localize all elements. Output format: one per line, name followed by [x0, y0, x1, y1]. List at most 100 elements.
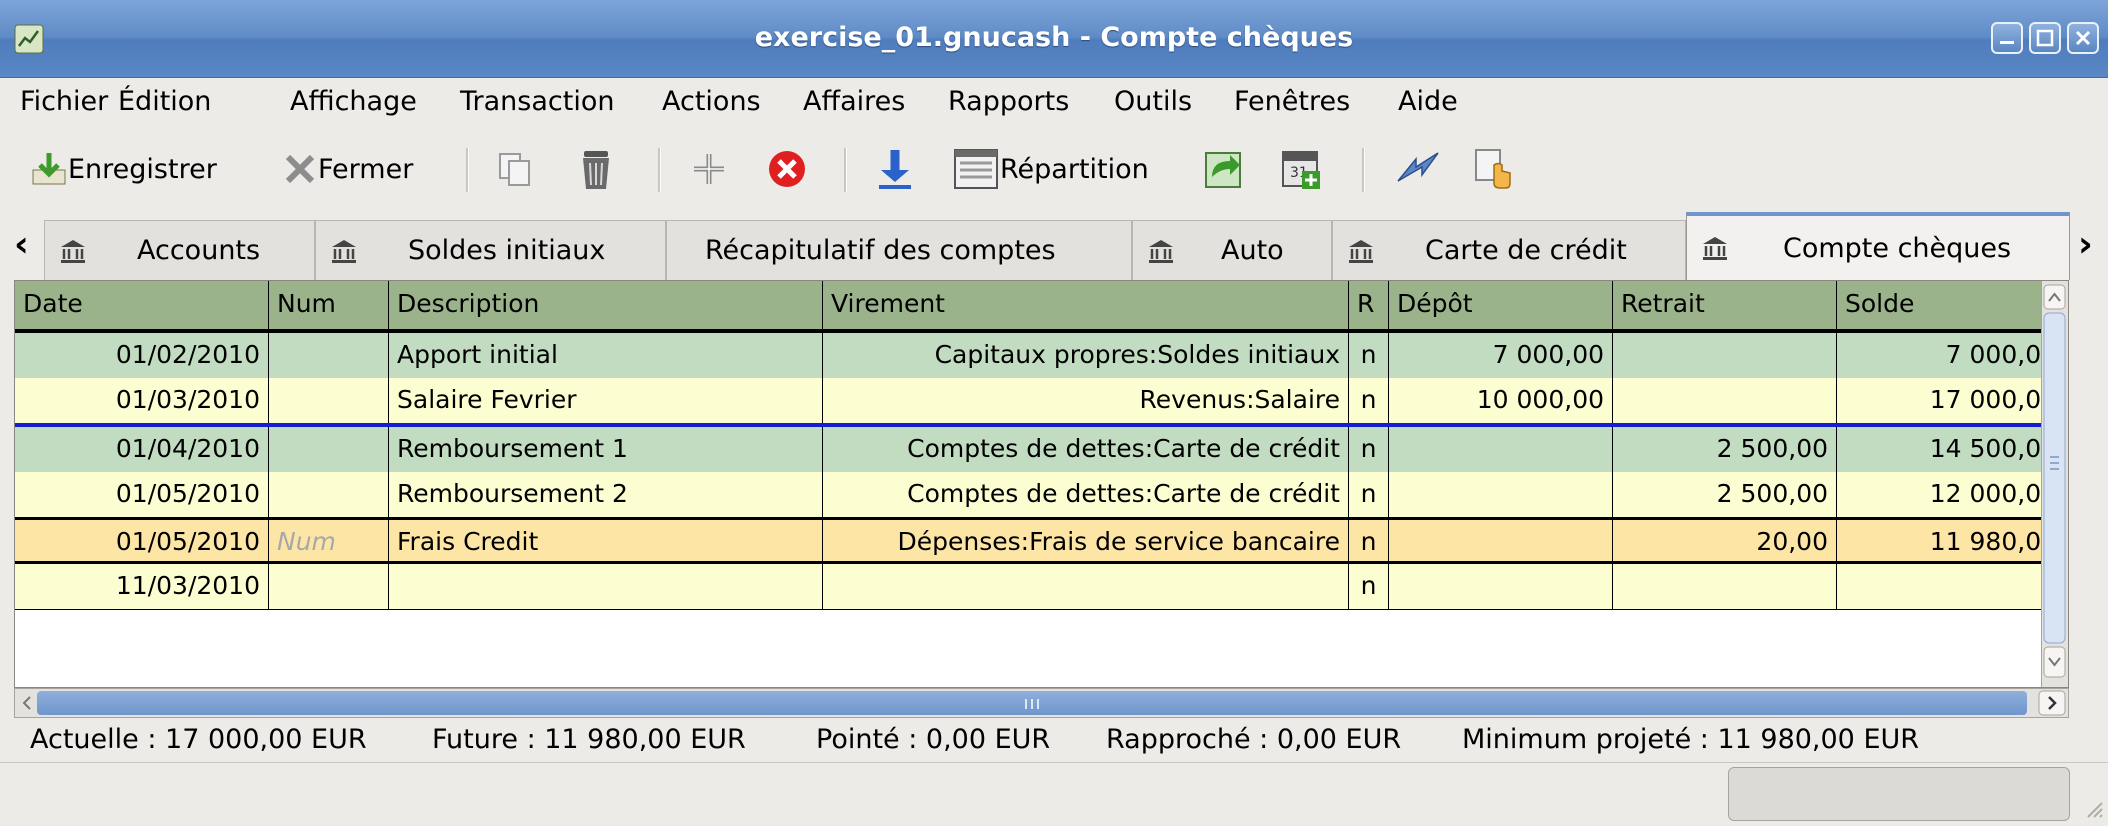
- resize-grip-icon[interactable]: [2082, 797, 2106, 821]
- cell-withdrawal[interactable]: [1613, 378, 1837, 423]
- enter-transaction-button[interactable]: [876, 140, 914, 198]
- cell-num[interactable]: [269, 333, 389, 378]
- header-description[interactable]: Description: [389, 281, 823, 329]
- cell-withdrawal[interactable]: 2 500,00: [1613, 427, 1837, 472]
- hand-pointer-icon: [1475, 149, 1511, 189]
- cell-reconcile[interactable]: n: [1349, 333, 1389, 378]
- cell-description[interactable]: [389, 564, 823, 609]
- cell-withdrawal[interactable]: 2 500,00: [1613, 472, 1837, 517]
- cell-transfer[interactable]: Revenus:Salaire: [823, 378, 1349, 423]
- close-window-button[interactable]: [2067, 22, 2099, 54]
- table-row-blank[interactable]: 11/03/2010 n: [15, 564, 2065, 610]
- table-row[interactable]: 01/04/2010 Remboursement 1 Comptes de de…: [15, 427, 2065, 472]
- horizontal-scrollbar[interactable]: [14, 688, 2069, 718]
- cell-transfer[interactable]: Dépenses:Frais de service bancaire: [823, 520, 1349, 561]
- cell-num[interactable]: [269, 564, 389, 609]
- split-button[interactable]: Répartition: [952, 140, 1149, 198]
- menu-actions[interactable]: Actions: [662, 86, 761, 117]
- minimize-button[interactable]: [1991, 22, 2023, 54]
- menu-aide[interactable]: Aide: [1398, 86, 1458, 117]
- scrollbar-arrows-icon: [2043, 284, 2066, 678]
- scroll-right-icon[interactable]: [2038, 689, 2066, 717]
- cell-num[interactable]: [269, 427, 389, 472]
- cancel-transaction-button[interactable]: [766, 140, 808, 198]
- cell-num[interactable]: [269, 378, 389, 423]
- menu-edition[interactable]: Édition: [118, 86, 211, 117]
- cell-reconcile[interactable]: n: [1349, 378, 1389, 423]
- header-deposit[interactable]: Dépôt: [1389, 281, 1613, 329]
- menu-fichier[interactable]: Fichier: [20, 86, 108, 117]
- cell-deposit[interactable]: 10 000,00: [1389, 378, 1613, 423]
- cell-date[interactable]: 01/03/2010: [15, 378, 269, 423]
- scroll-left-icon[interactable]: [17, 689, 37, 717]
- cell-reconcile[interactable]: n: [1349, 520, 1389, 561]
- cell-reconcile[interactable]: n: [1349, 472, 1389, 517]
- delete-transaction-button[interactable]: [576, 140, 616, 198]
- cell-deposit[interactable]: [1389, 427, 1613, 472]
- menu-affaires[interactable]: Affaires: [803, 86, 905, 117]
- maximize-button[interactable]: [2029, 22, 2061, 54]
- cell-withdrawal[interactable]: [1613, 333, 1837, 378]
- tab-scroll-left-icon[interactable]: ‹: [14, 224, 29, 265]
- blank-transaction-button[interactable]: [1472, 140, 1512, 198]
- header-date[interactable]: Date: [15, 281, 269, 329]
- cell-description[interactable]: Apport initial: [389, 333, 823, 378]
- cell-date[interactable]: 01/05/2010: [15, 472, 269, 517]
- transfer-button[interactable]: [1394, 140, 1442, 198]
- table-row[interactable]: 01/03/2010 Salaire Fevrier Revenus:Salai…: [15, 378, 2065, 423]
- menu-rapports[interactable]: Rapports: [948, 86, 1069, 117]
- cell-deposit[interactable]: [1389, 564, 1613, 609]
- table-row[interactable]: 01/05/2010 Remboursement 2 Comptes de de…: [15, 472, 2065, 517]
- cell-num[interactable]: [269, 472, 389, 517]
- cell-description[interactable]: Remboursement 1: [389, 427, 823, 472]
- cell-description[interactable]: Salaire Fevrier: [389, 378, 823, 423]
- cell-transfer[interactable]: [823, 564, 1349, 609]
- header-reconcile[interactable]: R: [1349, 281, 1389, 329]
- cell-date[interactable]: 01/05/2010: [15, 520, 269, 561]
- header-withdrawal[interactable]: Retrait: [1613, 281, 1837, 329]
- header-transfer[interactable]: Virement: [823, 281, 1349, 329]
- cell-description[interactable]: Remboursement 2: [389, 472, 823, 517]
- header-balance[interactable]: Solde: [1837, 281, 2065, 329]
- menu-bar: Fichier Édition Affichage Transaction Ac…: [0, 78, 2108, 130]
- tab-accounts[interactable]: Accounts: [44, 220, 315, 280]
- cell-reconcile[interactable]: n: [1349, 564, 1389, 609]
- cell-deposit[interactable]: 7 000,00: [1389, 333, 1613, 378]
- tab-soldes-initiaux[interactable]: Soldes initiaux: [315, 220, 666, 280]
- cell-reconcile[interactable]: n: [1349, 427, 1389, 472]
- menu-outils[interactable]: Outils: [1114, 86, 1192, 117]
- table-row-selected[interactable]: 01/05/2010 Num Frais Credit Dépenses:Fra…: [15, 517, 2065, 564]
- jump-button[interactable]: [1200, 140, 1244, 198]
- cell-transfer[interactable]: Capitaux propres:Soldes initiaux: [823, 333, 1349, 378]
- cell-date[interactable]: 01/04/2010: [15, 427, 269, 472]
- menu-affichage[interactable]: Affichage: [290, 86, 417, 117]
- menu-transaction[interactable]: Transaction: [460, 86, 614, 117]
- vertical-scrollbar[interactable]: [2041, 281, 2068, 687]
- add-transaction-button[interactable]: [690, 140, 728, 198]
- cell-deposit[interactable]: [1389, 472, 1613, 517]
- cell-transfer[interactable]: Comptes de dettes:Carte de crédit: [823, 427, 1349, 472]
- tab-scroll-right-icon[interactable]: ›: [2078, 224, 2093, 265]
- menu-fenetres[interactable]: Fenêtres: [1234, 86, 1350, 117]
- horizontal-scroll-thumb[interactable]: [37, 691, 2027, 715]
- tab-auto[interactable]: Auto: [1132, 220, 1332, 280]
- summary-bar: Actuelle : 17 000,00 EUR Future : 11 980…: [0, 720, 2108, 762]
- cell-balance: 11 980,00: [1929, 527, 2057, 556]
- cell-transfer[interactable]: Comptes de dettes:Carte de crédit: [823, 472, 1349, 517]
- cell-num[interactable]: Num: [269, 520, 389, 561]
- cell-withdrawal[interactable]: [1613, 564, 1837, 609]
- schedule-button[interactable]: 31: [1280, 140, 1322, 198]
- header-num[interactable]: Num: [269, 281, 389, 329]
- cell-date[interactable]: 11/03/2010: [15, 564, 269, 609]
- cell-date[interactable]: 01/02/2010: [15, 333, 269, 378]
- cell-withdrawal[interactable]: 20,00: [1613, 520, 1837, 561]
- cell-deposit[interactable]: [1389, 520, 1613, 561]
- duplicate-transaction-button[interactable]: [496, 140, 534, 198]
- tab-recapitulatif[interactable]: Récapitulatif des comptes: [666, 220, 1132, 280]
- tab-carte-de-credit[interactable]: Carte de crédit: [1332, 220, 1686, 280]
- tab-compte-cheques[interactable]: Compte chèques: [1686, 212, 2070, 280]
- save-button[interactable]: Enregistrer: [30, 140, 217, 198]
- close-register-button[interactable]: Fermer: [282, 140, 413, 198]
- table-row[interactable]: 01/02/2010 Apport initial Capitaux propr…: [15, 333, 2065, 378]
- cell-description[interactable]: Frais Credit: [389, 520, 823, 561]
